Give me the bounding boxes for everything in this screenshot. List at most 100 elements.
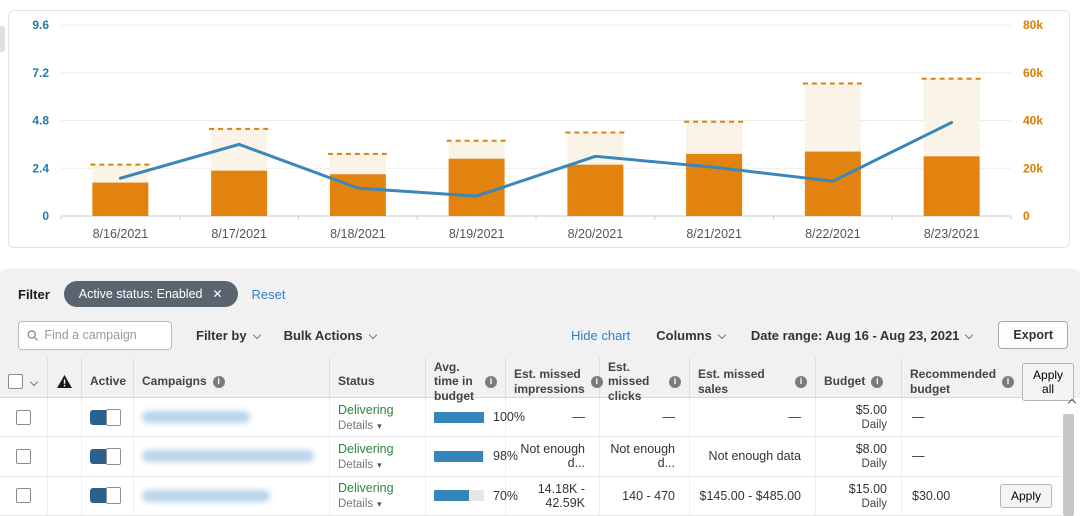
chevron-down-icon: [965, 330, 973, 338]
chevron-down-icon: [368, 330, 376, 338]
cell-active: [82, 398, 134, 436]
info-icon[interactable]: [485, 376, 497, 388]
cell-sales: $145.00 - $485.00: [690, 477, 816, 515]
spend-bar: [924, 156, 980, 216]
cell-impressions: Not enough d...: [506, 437, 600, 475]
left-axis-tick: 2.4: [32, 161, 49, 175]
status-badge: Delivering: [338, 442, 394, 456]
warning-icon: [57, 375, 72, 388]
details-dropdown[interactable]: Details: [338, 420, 382, 432]
cell-budget: $15.00Daily: [816, 477, 902, 515]
filter-pill-label: Active status: Enabled: [79, 287, 203, 301]
missed-opportunity-area: [567, 132, 623, 164]
scroll-up-icon[interactable]: [1068, 399, 1076, 407]
cell-alert: [48, 437, 82, 475]
toggle-knob: [106, 409, 121, 426]
table-header-row: Active Campaigns Status Avg. time inbudg…: [0, 358, 1062, 398]
bulk-actions-dropdown[interactable]: Bulk Actions: [284, 328, 376, 343]
right-axis-tick: 60k: [1023, 66, 1043, 80]
status-badge: Delivering: [338, 481, 394, 495]
active-status-filter-pill[interactable]: Active status: Enabled ✕: [64, 281, 238, 307]
left-axis-tick: 0: [42, 209, 49, 223]
filter-bar: Filter Active status: Enabled ✕ Reset: [0, 268, 1080, 312]
left-axis-tick: 4.8: [32, 114, 49, 128]
info-icon[interactable]: [669, 376, 681, 388]
filter-by-dropdown[interactable]: Filter by: [196, 328, 260, 343]
table-row: Delivering Details 98% Not enough d... N…: [0, 437, 1062, 476]
active-toggle[interactable]: [90, 449, 120, 464]
left-axis-tick: 7.2: [32, 66, 49, 80]
cell-status: Delivering Details: [330, 437, 426, 475]
cell-select: [0, 437, 48, 475]
x-axis-label: 8/20/2021: [568, 227, 624, 241]
columns-dropdown[interactable]: Columns: [656, 328, 725, 343]
cell-budget: $8.00Daily: [816, 437, 902, 475]
status-badge: Delivering: [338, 403, 394, 417]
budget-performance-chart: 002.420k4.840k7.260k9.680k8/16/20218/17/…: [9, 11, 1069, 247]
select-menu-chevron-icon[interactable]: [30, 377, 38, 385]
cell-impressions: 14.18K - 42.59K: [506, 477, 600, 515]
apply-button[interactable]: Apply: [1000, 484, 1052, 508]
cell-select: [0, 477, 48, 515]
cell-active: [82, 437, 134, 475]
cell-alert: [48, 477, 82, 515]
export-button[interactable]: Export: [998, 321, 1068, 349]
row-checkbox[interactable]: [16, 488, 31, 503]
toolbar-right-group: Hide chart Columns Date range: Aug 16 - …: [571, 321, 1068, 349]
cell-recommended: —: [902, 398, 1062, 436]
collapsed-panel-handle[interactable]: [0, 26, 5, 52]
info-icon[interactable]: [213, 376, 225, 388]
active-toggle[interactable]: [90, 410, 120, 425]
scrollbar-thumb[interactable]: [1063, 414, 1074, 516]
cell-clicks: —: [600, 398, 690, 436]
x-axis-label: 8/18/2021: [330, 227, 386, 241]
reset-filters-link[interactable]: Reset: [252, 287, 286, 302]
apply-all-button[interactable]: Apply all: [1022, 363, 1074, 401]
info-icon[interactable]: [1002, 376, 1014, 388]
cell-clicks: Not enough d...: [600, 437, 690, 475]
campaign-search[interactable]: [18, 321, 172, 350]
cell-recommended: —: [902, 437, 1062, 475]
x-axis-label: 8/16/2021: [93, 227, 149, 241]
hide-chart-link[interactable]: Hide chart: [571, 328, 630, 343]
active-toggle[interactable]: [90, 488, 120, 503]
missed-opportunity-area: [330, 154, 386, 174]
cell-impressions: —: [506, 398, 600, 436]
cell-campaign[interactable]: [134, 398, 330, 436]
details-dropdown[interactable]: Details: [338, 498, 382, 510]
cell-avg-time: 100%: [426, 398, 506, 436]
x-axis-label: 8/21/2021: [686, 227, 742, 241]
vertical-scrollbar[interactable]: [1062, 400, 1075, 516]
cell-active: [82, 477, 134, 515]
x-axis-label: 8/19/2021: [449, 227, 505, 241]
info-icon[interactable]: [871, 376, 883, 388]
cell-recommended: $30.00Apply: [902, 477, 1062, 515]
details-dropdown[interactable]: Details: [338, 459, 382, 471]
row-checkbox[interactable]: [16, 410, 31, 425]
redacted-campaign-name: [142, 450, 314, 462]
time-in-budget-bar: [434, 490, 484, 501]
spend-bar: [567, 165, 623, 216]
toggle-knob: [106, 487, 121, 504]
search-input[interactable]: [44, 328, 163, 342]
cell-sales: Not enough data: [690, 437, 816, 475]
cell-campaign[interactable]: [134, 477, 330, 515]
select-all-checkbox[interactable]: [8, 374, 23, 389]
chevron-down-icon: [252, 330, 260, 338]
cell-campaign[interactable]: [134, 437, 330, 475]
cell-sales: —: [690, 398, 816, 436]
row-checkbox[interactable]: [16, 449, 31, 464]
cell-avg-time: 70%: [426, 477, 506, 515]
cell-status: Delivering Details: [330, 477, 426, 515]
date-range-dropdown[interactable]: Date range: Aug 16 - Aug 23, 2021: [751, 328, 973, 343]
redacted-campaign-name: [142, 490, 270, 502]
missed-opportunity-area: [449, 141, 505, 159]
cell-select: [0, 398, 48, 436]
redacted-campaign-name: [142, 411, 250, 423]
cell-avg-time: 98%: [426, 437, 506, 475]
cell-alert: [48, 398, 82, 436]
right-axis-tick: 0: [1023, 209, 1030, 223]
remove-filter-icon[interactable]: ✕: [212, 288, 222, 300]
x-axis-label: 8/17/2021: [211, 227, 267, 241]
info-icon[interactable]: [795, 376, 807, 388]
